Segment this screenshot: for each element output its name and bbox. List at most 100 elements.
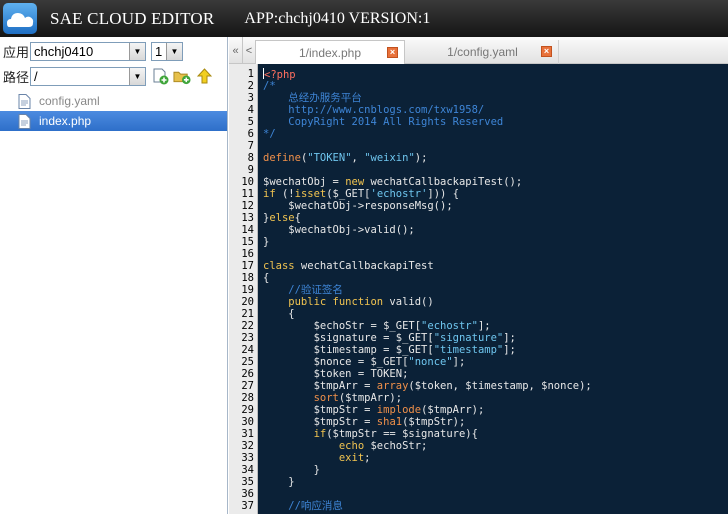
- tab-config-yaml[interactable]: 1/config.yaml ×: [407, 40, 559, 64]
- code-token: $signature = $_GET[: [263, 332, 434, 344]
- code-token: define: [263, 152, 301, 164]
- code-editor[interactable]: 1 2 3 4 5 6 7 8 9 10 11 12 13 14 15 16 17 18 19 20 21 22 23 24 2…: [229, 64, 728, 514]
- code-token: {: [263, 308, 295, 320]
- code-token: ];: [452, 356, 466, 368]
- line-number: 6: [247, 128, 254, 140]
- line-number: 22: [241, 320, 254, 332]
- up-arrow-icon[interactable]: [195, 67, 213, 85]
- line-number: 7: [247, 140, 254, 152]
- chevron-down-icon[interactable]: ▼: [129, 42, 145, 60]
- code-line: $signature = $_GET["signature"];: [263, 332, 728, 344]
- code-line: //验证签名: [263, 284, 728, 296]
- code-token: class: [263, 260, 295, 272]
- code-token: ,: [351, 152, 365, 164]
- app-version-info: APP:chchj0410 VERSION:1: [244, 9, 431, 27]
- code-token: /*: [263, 80, 276, 92]
- code-token: ];: [503, 332, 516, 344]
- line-number: 11: [241, 188, 254, 200]
- close-tab-icon[interactable]: ×: [541, 46, 552, 57]
- file-icon: [18, 113, 31, 129]
- code-line: CopyRight 2014 All Rights Reserved: [263, 116, 728, 128]
- code-line: }: [263, 464, 728, 476]
- line-number: 29: [241, 404, 254, 416]
- code-token: wechatCallbackapiTest: [294, 260, 434, 272]
- path-select[interactable]: / ▼: [30, 66, 146, 86]
- line-number: 26: [241, 368, 254, 380]
- code-token: $wechatObj->valid();: [263, 224, 415, 236]
- code-token: wechatCallbackapiTest();: [364, 176, 523, 188]
- cloud-logo-icon: [0, 0, 40, 37]
- line-number: 15: [241, 236, 254, 248]
- code-line: $wechatObj = new wechatCallbackapiTest()…: [263, 176, 728, 188]
- code-token: new: [345, 176, 365, 188]
- line-number-gutter: 1 2 3 4 5 6 7 8 9 10 11 12 13 14 15 16 17 18 19 20 21 22 23 24 2…: [229, 64, 258, 514]
- tab-bar: « < 1/index.php × 1/config.yaml ×: [229, 37, 728, 64]
- new-file-icon[interactable]: [151, 67, 169, 85]
- code-token: "weixin": [364, 152, 415, 164]
- code-line: public function valid(): [263, 296, 728, 308]
- code-token: valid(): [383, 296, 434, 308]
- code-line: $wechatObj->valid();: [263, 224, 728, 236]
- code-area[interactable]: <?php/* 总经办服务平台 http://www.cnblogs.com/t…: [263, 68, 728, 512]
- app-label: 应用: [3, 44, 30, 60]
- new-folder-icon[interactable]: [173, 67, 191, 85]
- code-token: {: [263, 272, 270, 284]
- line-number: 24: [241, 344, 254, 356]
- app-title: SAE CLOUD EDITOR: [50, 8, 215, 28]
- code-token: "TOKEN": [307, 152, 352, 164]
- code-line: $echoStr = $_GET["echostr"];: [263, 320, 728, 332]
- tab-index-php[interactable]: 1/index.php ×: [255, 40, 405, 64]
- code-token: else: [269, 212, 295, 224]
- code-token: if: [263, 428, 327, 440]
- line-number: 27: [241, 380, 254, 392]
- code-token: implode: [376, 404, 422, 416]
- tab-label: 1/index.php: [298, 45, 362, 60]
- code-line: define("TOKEN", "weixin");: [263, 152, 728, 164]
- app-select[interactable]: chchj0410 ▼: [30, 41, 146, 61]
- code-token: ];: [477, 320, 491, 332]
- code-token: "echostr": [421, 320, 478, 332]
- code-line: /*: [263, 80, 728, 92]
- line-number: 23: [241, 332, 254, 344]
- code-token: $echoStr;: [364, 440, 428, 452]
- file-item-label: index.php: [39, 114, 92, 128]
- line-number: 16: [241, 248, 254, 260]
- code-token: ];: [503, 344, 516, 356]
- chevron-down-icon[interactable]: ▼: [129, 67, 145, 85]
- code-line: echo $echoStr;: [263, 440, 728, 452]
- line-number: 2: [247, 80, 254, 92]
- file-item-config-yaml[interactable]: config.yaml: [0, 91, 227, 111]
- code-token: $wechatObj =: [263, 176, 346, 188]
- collapse-panel-button[interactable]: «: [229, 37, 243, 64]
- line-number: 8: [247, 152, 254, 164]
- code-token: );: [414, 152, 428, 164]
- version-select[interactable]: 1 ▼: [151, 41, 183, 61]
- code-token: http://www.cnblogs.com/txw1958/: [263, 104, 485, 116]
- code-line: 总经办服务平台: [263, 92, 728, 104]
- code-token: ($tmpStr == $signature){: [326, 428, 478, 440]
- line-number: 35: [241, 476, 254, 488]
- code-line: $tmpArr = array($token, $timestamp, $non…: [263, 380, 728, 392]
- line-number: 18: [241, 272, 254, 284]
- path-label: 路径: [3, 69, 30, 85]
- chevron-down-icon[interactable]: ▼: [166, 42, 182, 60]
- code-token: }: [263, 236, 270, 248]
- line-number: 34: [241, 464, 254, 476]
- file-item-index-php[interactable]: index.php: [0, 111, 227, 131]
- close-tab-icon[interactable]: ×: [387, 47, 398, 58]
- tab-scroll-left-button[interactable]: <: [243, 37, 255, 64]
- code-line: {: [263, 272, 728, 284]
- code-line: class wechatCallbackapiTest: [263, 260, 728, 272]
- code-token: "nonce": [408, 356, 453, 368]
- line-number: 37: [241, 500, 254, 512]
- code-token: array: [376, 380, 409, 392]
- code-token: $token = TOKEN;: [263, 368, 409, 380]
- code-token: CopyRight 2014 All Rights Reserved: [263, 116, 504, 128]
- line-number: 20: [241, 296, 254, 308]
- code-token: $nonce = $_GET[: [263, 356, 409, 368]
- code-token: $wechatObj->responseMsg();: [263, 200, 453, 212]
- file-browser-panel: 应用 chchj0410 ▼ 1 ▼ 路径 / ▼ config.yaml in…: [0, 37, 228, 514]
- code-token: $timestamp = $_GET[: [263, 344, 434, 356]
- line-number: 1: [247, 68, 254, 80]
